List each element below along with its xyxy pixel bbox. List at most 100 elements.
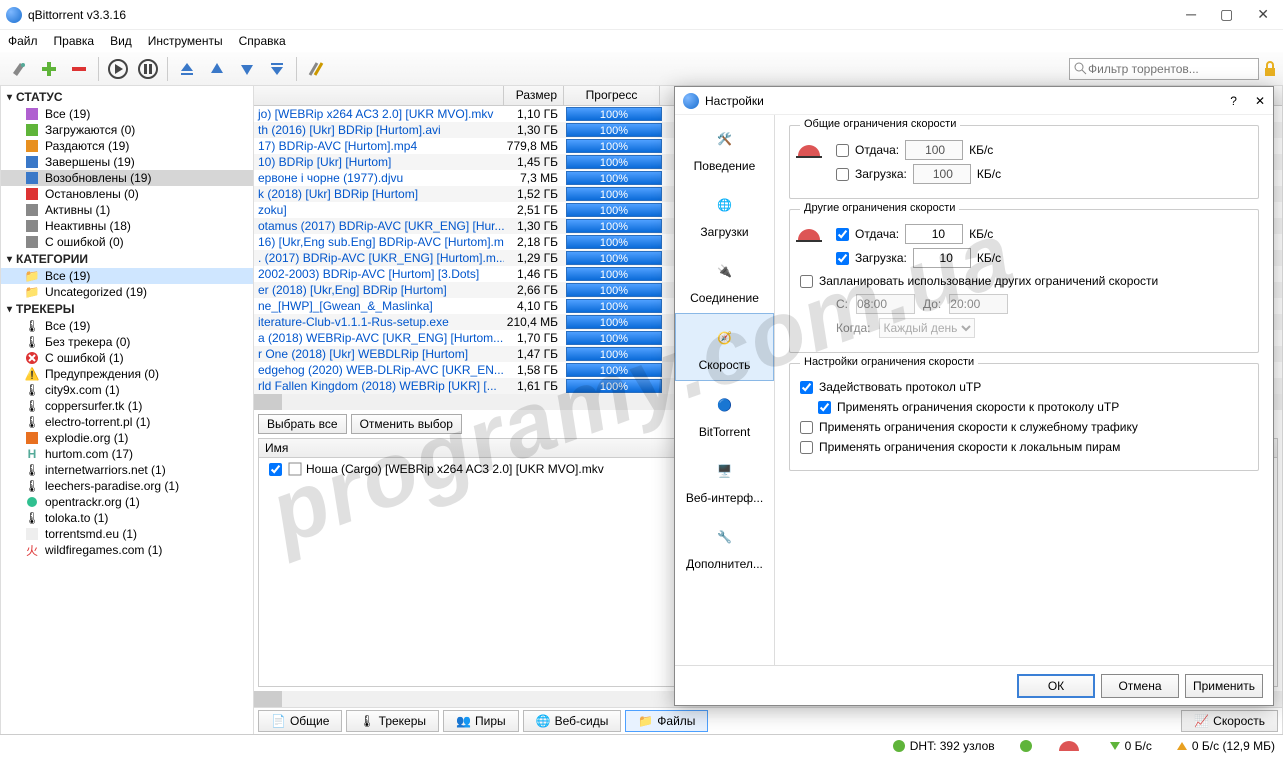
tab-webseeds[interactable]: 🌐Веб-сиды	[523, 710, 622, 732]
deselect-button[interactable]: Отменить выбор	[351, 414, 462, 434]
menu-file[interactable]: Файл	[8, 34, 38, 48]
nav-behaviour[interactable]: 🛠️Поведение	[675, 115, 774, 181]
status-item[interactable]: Все (19)	[1, 106, 253, 122]
status-icon	[25, 107, 39, 121]
search-input[interactable]	[1088, 62, 1254, 76]
tracker-item[interactable]: torrentsmd.eu (1)	[1, 526, 253, 542]
add-link-button[interactable]	[6, 56, 32, 82]
global-up-checkbox[interactable]	[836, 144, 849, 157]
trackers-header[interactable]: ▾ТРЕКЕРЫ	[1, 300, 253, 318]
move-down-button[interactable]	[234, 56, 260, 82]
nav-speed[interactable]: 🧭Скорость	[675, 313, 774, 381]
status-header[interactable]: ▾СТАТУС	[1, 88, 253, 106]
tracker-item[interactable]: 🌡Все (19)	[1, 318, 253, 334]
tab-trackers[interactable]: 🌡Трекеры	[346, 710, 439, 732]
remove-button[interactable]	[66, 56, 92, 82]
category-item[interactable]: 📁Uncategorized (19)	[1, 284, 253, 300]
cancel-button[interactable]: Отмена	[1101, 674, 1179, 698]
tracker-item[interactable]: 火wildfiregames.com (1)	[1, 542, 253, 558]
maximize-icon[interactable]: ▢	[1220, 6, 1233, 23]
tracker-item[interactable]: Hhurtom.com (17)	[1, 446, 253, 462]
nav-advanced[interactable]: 🔧Дополнител...	[675, 513, 774, 579]
schedule-checkbox[interactable]	[800, 275, 813, 288]
alt-up-input[interactable]	[905, 224, 963, 244]
status-item[interactable]: Возобновлены (19)	[1, 170, 253, 186]
search-box[interactable]	[1069, 58, 1259, 80]
file-icon	[288, 462, 302, 476]
menu-tools[interactable]: Инструменты	[148, 34, 223, 48]
pause-button[interactable]	[135, 56, 161, 82]
tracker-item[interactable]: ⚠️Предупреждения (0)	[1, 366, 253, 382]
add-torrent-button[interactable]	[36, 56, 62, 82]
menu-help[interactable]: Справка	[239, 34, 286, 48]
nav-downloads[interactable]: 🌐Загрузки	[675, 181, 774, 247]
dialog-titlebar: Настройки ? ✕	[675, 87, 1273, 115]
global-down-input[interactable]	[913, 164, 971, 184]
move-top-button[interactable]	[174, 56, 200, 82]
nav-connection[interactable]: 🔌Соединение	[675, 247, 774, 313]
status-item[interactable]: Раздаются (19)	[1, 138, 253, 154]
move-up-button[interactable]	[204, 56, 230, 82]
tracker-item[interactable]: 🌡leechers-paradise.org (1)	[1, 478, 253, 494]
nav-bittorrent[interactable]: 🔵BitTorrent	[675, 381, 774, 447]
col-progress[interactable]: Прогресс	[564, 86, 660, 105]
tab-speed[interactable]: 📈Скорость	[1181, 710, 1278, 732]
dialog-app-icon	[683, 93, 699, 109]
lock-icon[interactable]	[1263, 61, 1279, 77]
status-item[interactable]: Активны (1)	[1, 202, 253, 218]
status-item[interactable]: С ошибкой (0)	[1, 234, 253, 250]
select-all-button[interactable]: Выбрать все	[258, 414, 347, 434]
categories-header[interactable]: ▾КАТЕГОРИИ	[1, 250, 253, 268]
sidebar: ▾СТАТУС Все (19)Загружаются (0)Раздаются…	[0, 86, 254, 734]
close-icon[interactable]: ✕	[1257, 6, 1269, 23]
tracker-item[interactable]: 🌡city9x.com (1)	[1, 382, 253, 398]
tracker-item[interactable]: 🌡Без трекера (0)	[1, 334, 253, 350]
tracker-item[interactable]: 🌡electro-torrent.pl (1)	[1, 414, 253, 430]
minimize-icon[interactable]: ─	[1186, 6, 1196, 23]
alt-up-checkbox[interactable]	[836, 228, 849, 241]
overhead-checkbox[interactable]	[800, 421, 813, 434]
status-item[interactable]: Остановлены (0)	[1, 186, 253, 202]
tracker-item[interactable]: opentrackr.org (1)	[1, 494, 253, 510]
ok-button[interactable]: ОК	[1017, 674, 1095, 698]
menu-view[interactable]: Вид	[110, 34, 132, 48]
tracker-item[interactable]: 🌡internetwarriors.net (1)	[1, 462, 253, 478]
tracker-item[interactable]: С ошибкой (1)	[1, 350, 253, 366]
menu-edit[interactable]: Правка	[54, 34, 95, 48]
nav-webui[interactable]: 🖥️Веб-интерф...	[675, 447, 774, 513]
status-item[interactable]: Загружаются (0)	[1, 122, 253, 138]
apply-button[interactable]: Применить	[1185, 674, 1263, 698]
move-bottom-button[interactable]	[264, 56, 290, 82]
alt-speed-icon[interactable]	[1057, 737, 1085, 755]
tab-general[interactable]: 📄Общие	[258, 710, 342, 732]
tracker-item[interactable]: 🌡toloka.to (1)	[1, 510, 253, 526]
status-item[interactable]: Неактивны (18)	[1, 218, 253, 234]
alt-down-input[interactable]	[913, 248, 971, 268]
status-icon	[25, 235, 39, 249]
alt-down-checkbox[interactable]	[836, 252, 849, 265]
category-item[interactable]: 📁Все (19)	[1, 268, 253, 284]
time-to-input[interactable]	[949, 294, 1008, 314]
upload-speed[interactable]: 0 Б/с (12,9 МБ)	[1176, 739, 1275, 753]
tracker-item[interactable]: 🌡coppersurfer.tk (1)	[1, 398, 253, 414]
col-size[interactable]: Размер	[504, 86, 564, 105]
file-checkbox[interactable]	[269, 463, 282, 476]
settings-button[interactable]	[303, 56, 329, 82]
local-peers-checkbox[interactable]	[800, 441, 813, 454]
tab-peers[interactable]: 👥Пиры	[443, 710, 519, 732]
utp-checkbox[interactable]	[800, 381, 813, 394]
when-select[interactable]: Каждый день	[879, 318, 975, 338]
tracker-icon: 🌡	[25, 479, 39, 493]
connection-status-icon[interactable]	[1019, 739, 1033, 753]
help-icon[interactable]: ?	[1230, 94, 1237, 108]
status-item[interactable]: Завершены (19)	[1, 154, 253, 170]
tracker-item[interactable]: explodie.org (1)	[1, 430, 253, 446]
global-down-checkbox[interactable]	[836, 168, 849, 181]
tab-files[interactable]: 📁Файлы	[625, 710, 708, 732]
dialog-close-icon[interactable]: ✕	[1255, 94, 1265, 108]
play-button[interactable]	[105, 56, 131, 82]
download-speed[interactable]: 0 Б/с	[1109, 739, 1152, 753]
utp-limit-checkbox[interactable]	[818, 401, 831, 414]
time-from-input[interactable]	[856, 294, 915, 314]
global-up-input[interactable]	[905, 140, 963, 160]
